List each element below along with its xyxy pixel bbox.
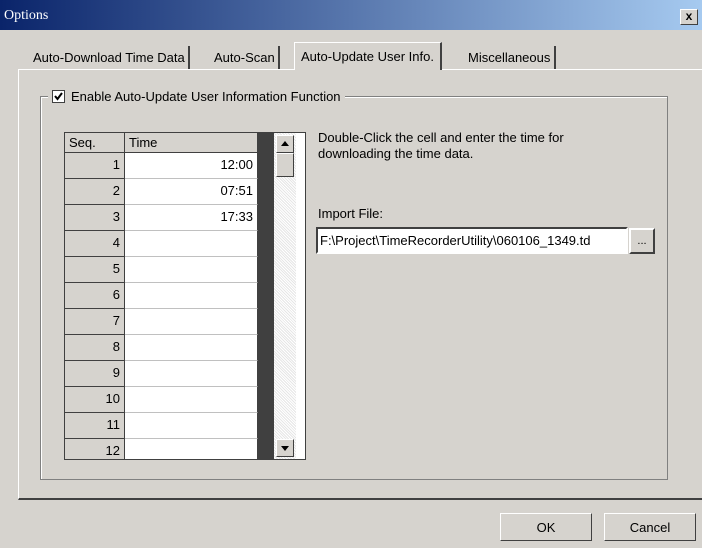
ok-button[interactable]: OK: [500, 513, 592, 541]
grid-rows: 1 12:00 2 07:51 3 17:33 4 5 6 7 8 9 10 11 12: [65, 153, 258, 459]
seq-cell[interactable]: 9: [65, 361, 125, 387]
table-row[interactable]: 8: [65, 335, 258, 361]
tab-miscellaneous[interactable]: Miscellaneous: [464, 46, 557, 69]
table-row[interactable]: 9: [65, 361, 258, 387]
scroll-down-button[interactable]: [276, 439, 294, 457]
time-cell[interactable]: [125, 257, 258, 283]
time-cell[interactable]: [125, 361, 258, 387]
seq-cell[interactable]: 4: [65, 231, 125, 257]
time-cell[interactable]: [125, 439, 258, 459]
time-cell[interactable]: [125, 231, 258, 257]
enable-auto-update-option[interactable]: Enable Auto-Update User Information Func…: [48, 89, 345, 104]
close-button[interactable]: x: [680, 9, 698, 25]
tab-auto-update-user-info[interactable]: Auto-Update User Info.: [294, 42, 442, 70]
header-time[interactable]: Time: [125, 133, 258, 153]
table-row[interactable]: 1 12:00: [65, 153, 258, 179]
time-cell[interactable]: 12:00: [125, 153, 258, 179]
checkmark-icon: [54, 92, 63, 101]
seq-cell[interactable]: 12: [65, 439, 125, 459]
time-grid[interactable]: Seq. Time 1 12:00 2 07:51 3 17:33 4 5 6 7 8 9 10 11 12: [64, 132, 306, 460]
seq-cell[interactable]: 6: [65, 283, 125, 309]
arrow-down-icon: [281, 446, 289, 451]
time-cell[interactable]: [125, 309, 258, 335]
time-cell[interactable]: [125, 283, 258, 309]
scroll-up-button[interactable]: [276, 135, 294, 153]
tab-auto-download-time-data[interactable]: Auto-Download Time Data: [30, 46, 190, 69]
seq-cell[interactable]: 7: [65, 309, 125, 335]
grid-scrollbar[interactable]: [274, 133, 296, 459]
cancel-button[interactable]: Cancel: [604, 513, 696, 541]
header-seq[interactable]: Seq.: [65, 133, 125, 153]
tab-auto-scan[interactable]: Auto-Scan: [211, 46, 280, 69]
time-cell[interactable]: [125, 387, 258, 413]
table-row[interactable]: 7: [65, 309, 258, 335]
import-file-label: Import File:: [318, 206, 384, 221]
seq-cell[interactable]: 1: [65, 153, 125, 179]
browse-button[interactable]: ...: [629, 228, 655, 254]
seq-cell[interactable]: 3: [65, 205, 125, 231]
enable-auto-update-label: Enable Auto-Update User Information Func…: [71, 89, 341, 104]
scroll-thumb[interactable]: [276, 153, 294, 177]
time-cell[interactable]: 07:51: [125, 179, 258, 205]
seq-cell[interactable]: 11: [65, 413, 125, 439]
table-row[interactable]: 3 17:33: [65, 205, 258, 231]
time-cell[interactable]: [125, 413, 258, 439]
table-row[interactable]: 12: [65, 439, 258, 459]
seq-cell[interactable]: 5: [65, 257, 125, 283]
arrow-up-icon: [281, 141, 289, 146]
table-row[interactable]: 5: [65, 257, 258, 283]
grid-empty-area: [258, 133, 274, 459]
grid-header: Seq. Time: [65, 133, 258, 153]
table-row[interactable]: 4: [65, 231, 258, 257]
enable-auto-update-checkbox[interactable]: [52, 90, 65, 103]
seq-cell[interactable]: 2: [65, 179, 125, 205]
window-title: Options: [4, 8, 49, 23]
seq-cell[interactable]: 8: [65, 335, 125, 361]
table-row[interactable]: 10: [65, 387, 258, 413]
seq-cell[interactable]: 10: [65, 387, 125, 413]
time-cell[interactable]: 17:33: [125, 205, 258, 231]
title-bar: Options x: [0, 0, 702, 30]
table-row[interactable]: 6: [65, 283, 258, 309]
instruction-text: Double-Click the cell and enter the time…: [318, 130, 564, 161]
table-row[interactable]: 2 07:51: [65, 179, 258, 205]
import-file-input[interactable]: [316, 227, 628, 254]
table-row[interactable]: 11: [65, 413, 258, 439]
time-cell[interactable]: [125, 335, 258, 361]
